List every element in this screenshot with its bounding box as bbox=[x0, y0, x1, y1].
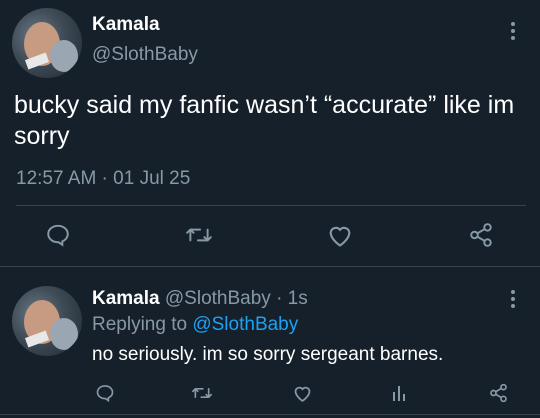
like-icon[interactable] bbox=[326, 222, 354, 248]
comment-icon[interactable] bbox=[45, 222, 71, 248]
author-name[interactable]: Kamala bbox=[92, 14, 160, 36]
reply-share-icon[interactable] bbox=[488, 383, 509, 403]
reply-like-icon[interactable] bbox=[292, 383, 313, 403]
more-icon[interactable] bbox=[510, 22, 516, 40]
replying-to: Replying to @SlothBaby bbox=[92, 314, 298, 336]
reply-more-icon[interactable] bbox=[510, 290, 516, 308]
divider bbox=[16, 205, 526, 206]
replying-to-handle[interactable]: @SlothBaby bbox=[192, 314, 298, 335]
divider bbox=[0, 414, 540, 415]
share-icon[interactable] bbox=[467, 222, 495, 248]
avatar[interactable] bbox=[12, 8, 82, 78]
tweet-text-line: bucky said my fanfic wasn’t “accurate” l… bbox=[14, 91, 515, 119]
reply-handle-time[interactable]: @SlothBaby · 1s bbox=[165, 288, 308, 309]
reply-comment-icon[interactable] bbox=[95, 383, 115, 403]
tweet-text-line: sorry bbox=[14, 122, 70, 150]
tweet-timestamp: 12:57 AM · 01 Jul 25 bbox=[16, 168, 191, 189]
reply-header: Kamala @SlothBaby · 1s bbox=[92, 288, 308, 310]
analytics-icon[interactable] bbox=[390, 383, 410, 403]
reply-avatar[interactable] bbox=[12, 286, 82, 356]
tweet-text: bucky said my fanfic wasn’t “accurate” l… bbox=[14, 90, 534, 152]
reply-retweet-icon[interactable] bbox=[191, 383, 213, 403]
replying-to-label: Replying to bbox=[92, 314, 188, 335]
reply-text: no seriously. im so sorry sergeant barne… bbox=[92, 344, 444, 365]
retweet-icon[interactable] bbox=[185, 222, 213, 248]
divider bbox=[0, 266, 540, 267]
reply-author-name[interactable]: Kamala bbox=[92, 288, 160, 309]
author-handle[interactable]: @SlothBaby bbox=[92, 44, 198, 66]
